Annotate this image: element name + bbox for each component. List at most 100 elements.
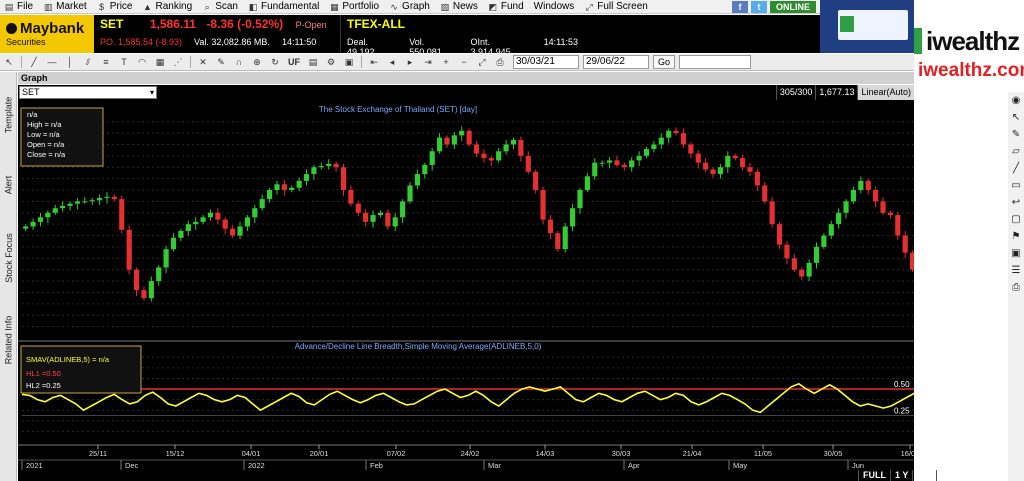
ruler-icon[interactable]: ▭ <box>1008 177 1024 194</box>
zoom-tool-icon[interactable]: ⊕ <box>249 55 265 69</box>
zoom-out-icon[interactable]: − <box>456 55 472 69</box>
back-icon[interactable]: ↩ <box>1008 194 1024 211</box>
period-full[interactable]: FULL <box>858 470 890 481</box>
eraser-icon[interactable]: ▱ <box>1008 143 1024 160</box>
watermark-bar-icon <box>914 28 922 54</box>
fan-tool-icon[interactable]: ⋰ <box>170 55 186 69</box>
eye-icon[interactable]: ◉ <box>1008 92 1024 109</box>
tfex-ticker[interactable]: TFEX-ALL Deal. 49,192 Vol. 550,081 OInt.… <box>340 15 584 57</box>
menu-item-label: Market <box>56 1 87 12</box>
refresh-tool-icon[interactable]: ↻ <box>267 55 283 69</box>
tab-template[interactable]: Template <box>0 80 17 150</box>
candle-body <box>658 137 664 145</box>
month-label: Mar <box>488 461 501 470</box>
to-date-input[interactable]: 29/06/22 <box>583 55 649 69</box>
menu-item-scan[interactable]: ⌕ Scan <box>198 0 244 14</box>
print-side-icon[interactable]: ⎙ <box>1008 279 1024 296</box>
vline-tool-icon[interactable]: │ <box>62 55 78 69</box>
arc-tool-icon[interactable]: ◠ <box>134 55 150 69</box>
candle-body <box>614 160 620 165</box>
cursor-icon[interactable]: ↖ <box>1008 109 1024 126</box>
toolbar-separator <box>361 56 362 68</box>
candle-body <box>215 212 221 220</box>
chart-area[interactable]: The Stock Exchange of Thailand (SET) [da… <box>18 100 914 481</box>
menu-item-file[interactable]: ▤ File <box>0 0 39 14</box>
candle-body <box>540 190 546 220</box>
tab-related-info[interactable]: Related Info <box>0 302 17 377</box>
magnet-tool-icon[interactable]: ∩ <box>231 55 247 69</box>
set-ticker[interactable]: SET 1,586.11 -8.36 (-0.52%) P-Open PO. 1… <box>94 15 340 53</box>
price-chart-title: The Stock Exchange of Thailand (SET) [da… <box>319 105 477 114</box>
pointer-tool-icon[interactable]: ↖ <box>1 55 17 69</box>
uf-button[interactable]: UF <box>285 55 303 69</box>
menu-item-price[interactable]: $ Price <box>93 0 139 14</box>
menu-item-market[interactable]: ▥ Market <box>39 0 93 14</box>
candle-body <box>193 221 199 225</box>
from-date-input[interactable]: 30/03/21 <box>513 55 579 69</box>
menu-item-fundamental[interactable]: ◧ Fundamental <box>244 0 325 14</box>
print-icon[interactable]: ⎙ <box>492 55 508 69</box>
menu-item-label: News <box>452 1 478 12</box>
menu-item-label: Portfolio <box>342 1 380 12</box>
menu-item-fund[interactable]: ◩ Fund <box>484 0 530 14</box>
menu-item-portfolio[interactable]: ▦ Portfolio <box>325 0 385 14</box>
menu-item-windows[interactable]: Windows <box>530 0 581 14</box>
settings-icon[interactable]: ⚙ <box>323 55 339 69</box>
facebook-icon[interactable]: f <box>731 0 748 13</box>
news-icon: ▨ <box>440 1 450 12</box>
menu-item-news[interactable]: ▨ News <box>436 0 484 14</box>
menu-item-full-screen[interactable]: ⤢ Full Screen <box>580 0 654 14</box>
candle-body <box>695 153 701 163</box>
channel-tool-icon[interactable]: ⫽ <box>80 55 96 69</box>
tab-stock-focus[interactable]: Stock Focus <box>0 220 17 295</box>
fibo-tool-icon[interactable]: ≡ <box>98 55 114 69</box>
delete-tool-icon[interactable]: ✕ <box>195 55 211 69</box>
scroll-left-end-icon[interactable]: ⇤ <box>366 55 382 69</box>
tab-alert[interactable]: Alert <box>0 160 17 210</box>
candle-body <box>37 217 44 222</box>
menu-item-ranking[interactable]: ▲ Ranking <box>138 0 198 14</box>
line-draw-icon[interactable]: ╱ <box>1008 160 1024 177</box>
chart-type-icon[interactable]: ▤ <box>305 55 321 69</box>
ticker-status: P-Open <box>295 20 327 30</box>
candle-body <box>97 197 103 201</box>
symbol-select[interactable]: SET <box>19 86 157 99</box>
camera-icon[interactable]: ▣ <box>1008 245 1024 262</box>
layout-icon[interactable]: ▣ <box>341 55 357 69</box>
text-tool-icon[interactable]: T <box>116 55 132 69</box>
menu-item-graph[interactable]: ∿ Graph <box>385 0 436 14</box>
list-icon[interactable]: ☰ <box>1008 262 1024 279</box>
tab-related-info-label: Related Info <box>3 315 14 364</box>
candle-body <box>732 155 738 159</box>
candle-body <box>481 153 487 159</box>
pencil-icon[interactable]: ✎ <box>1008 126 1024 143</box>
go-button[interactable]: Go <box>653 55 675 69</box>
rect-icon[interactable]: ▢ <box>1008 211 1024 228</box>
scroll-left-icon[interactable]: ◂ <box>384 55 400 69</box>
flag-icon[interactable]: ⚑ <box>1008 228 1024 245</box>
tab-stock-focus-label: Stock Focus <box>3 232 14 283</box>
candle-body <box>89 200 95 202</box>
scroll-right-icon[interactable]: ▸ <box>402 55 418 69</box>
scroll-right-end-icon[interactable]: ⇥ <box>420 55 436 69</box>
period-6m[interactable]: 6 M <box>912 470 936 481</box>
line-tool-icon[interactable]: ╱ <box>26 55 42 69</box>
menu-item-label: File <box>17 1 34 12</box>
candle-body <box>547 219 554 234</box>
month-label: Jun <box>852 461 864 470</box>
menu-item-label: Windows <box>533 1 575 12</box>
x-tick-label: 04/01 <box>242 449 261 458</box>
period-3m[interactable]: 3 M <box>936 470 960 481</box>
promo-banner[interactable] <box>820 0 914 53</box>
fit-icon[interactable]: ⤢ <box>474 55 490 69</box>
interval-select[interactable] <box>679 55 751 69</box>
pen-tool-icon[interactable]: ✎ <box>213 55 229 69</box>
scale-select[interactable]: Linear(Auto) <box>857 85 914 100</box>
twitter-icon[interactable]: t <box>750 0 767 13</box>
candle-body <box>762 185 768 202</box>
hline-tool-icon[interactable]: — <box>44 55 60 69</box>
grid-tool-icon[interactable]: ▦ <box>152 55 168 69</box>
zoom-in-icon[interactable]: + <box>438 55 454 69</box>
chart-svg[interactable]: The Stock Exchange of Thailand (SET) [da… <box>18 100 914 481</box>
period-1y[interactable]: 1 Y <box>890 470 912 481</box>
